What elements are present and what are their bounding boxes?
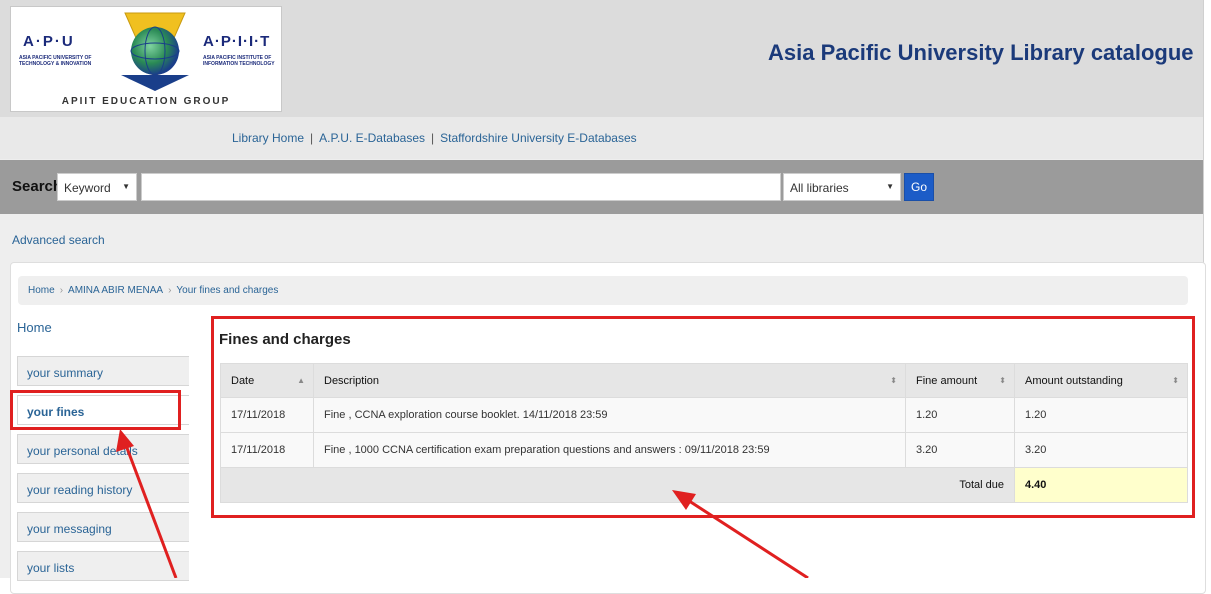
annotation-arrow-left — [116, 429, 178, 578]
annotation-arrows — [116, 429, 809, 578]
annotation-arrow-right — [672, 490, 809, 578]
